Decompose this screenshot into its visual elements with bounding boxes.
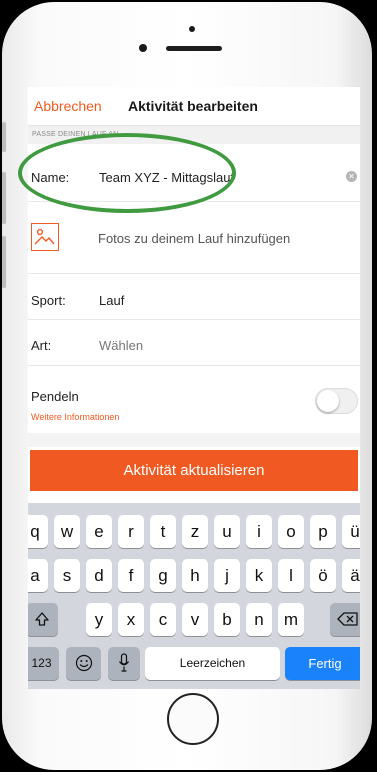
key-i[interactable]: i (246, 515, 272, 548)
key-oe[interactable]: ö (310, 559, 336, 592)
key-q[interactable]: q (28, 515, 48, 548)
page-title: Aktivität bearbeiten (128, 98, 258, 114)
section-gap (28, 433, 360, 447)
microphone-icon (119, 653, 129, 672)
volume-up-button (2, 172, 6, 224)
key-f[interactable]: f (118, 559, 144, 592)
key-ae[interactable]: ä (342, 559, 360, 592)
key-b[interactable]: b (214, 603, 240, 636)
toggle-knob (317, 390, 339, 412)
type-label: Art: (31, 338, 52, 353)
key-ue[interactable]: ü (342, 515, 360, 548)
dictation-key[interactable] (108, 647, 140, 680)
key-g[interactable]: g (150, 559, 176, 592)
mute-switch (2, 122, 6, 152)
key-m[interactable]: m (278, 603, 304, 636)
earpiece-speaker (166, 46, 222, 51)
done-key[interactable]: Fertig (285, 647, 360, 680)
space-key[interactable]: Leerzeichen (145, 647, 280, 680)
key-c[interactable]: c (150, 603, 176, 636)
divider (28, 273, 360, 274)
numbers-key[interactable]: 123 (28, 647, 59, 680)
delete-key[interactable] (330, 603, 360, 636)
commute-toggle[interactable] (315, 388, 358, 414)
key-u[interactable]: u (214, 515, 240, 548)
image-icon-graphic (34, 228, 55, 245)
key-y[interactable]: y (86, 603, 112, 636)
sport-label: Sport: (31, 293, 66, 308)
key-r[interactable]: r (118, 515, 144, 548)
commute-label: Pendeln (31, 389, 79, 404)
divider (28, 319, 360, 320)
key-o[interactable]: o (278, 515, 304, 548)
key-t[interactable]: t (150, 515, 176, 548)
shift-key[interactable] (28, 603, 58, 636)
key-a[interactable]: a (28, 559, 48, 592)
key-z[interactable]: z (182, 515, 208, 548)
proximity-sensor (189, 26, 195, 32)
type-select[interactable]: Wählen (99, 338, 143, 353)
front-camera (139, 44, 147, 52)
shift-icon (35, 612, 49, 626)
key-j[interactable]: j (214, 559, 240, 592)
update-activity-button[interactable]: Aktivität aktualisieren (30, 450, 358, 491)
key-s[interactable]: s (54, 559, 80, 592)
key-h[interactable]: h (182, 559, 208, 592)
key-l[interactable]: l (278, 559, 304, 592)
highlight-annotation-ellipse (18, 133, 236, 213)
key-k[interactable]: k (246, 559, 272, 592)
delete-icon (337, 612, 358, 626)
keyboard: q w e r t z u i o p ü a s d f g h j k l … (28, 503, 360, 689)
sport-select[interactable]: Lauf (99, 293, 124, 308)
key-e[interactable]: e (86, 515, 112, 548)
divider (28, 365, 360, 366)
add-photos-button[interactable]: Fotos zu deinem Lauf hinzufügen (98, 231, 290, 246)
key-x[interactable]: x (118, 603, 144, 636)
volume-down-button (2, 236, 6, 288)
key-p[interactable]: p (310, 515, 336, 548)
key-v[interactable]: v (182, 603, 208, 636)
more-info-link[interactable]: Weitere Informationen (31, 412, 119, 422)
key-d[interactable]: d (86, 559, 112, 592)
photo-icon[interactable] (31, 223, 59, 251)
key-w[interactable]: w (54, 515, 80, 548)
home-button[interactable] (167, 693, 219, 745)
cancel-button[interactable]: Abbrechen (34, 98, 102, 114)
clear-text-icon[interactable]: ✕ (346, 171, 357, 182)
emoji-key[interactable] (66, 647, 101, 680)
emoji-icon (75, 654, 92, 672)
navigation-bar: Abbrechen Aktivität bearbeiten (28, 87, 360, 126)
key-n[interactable]: n (246, 603, 272, 636)
